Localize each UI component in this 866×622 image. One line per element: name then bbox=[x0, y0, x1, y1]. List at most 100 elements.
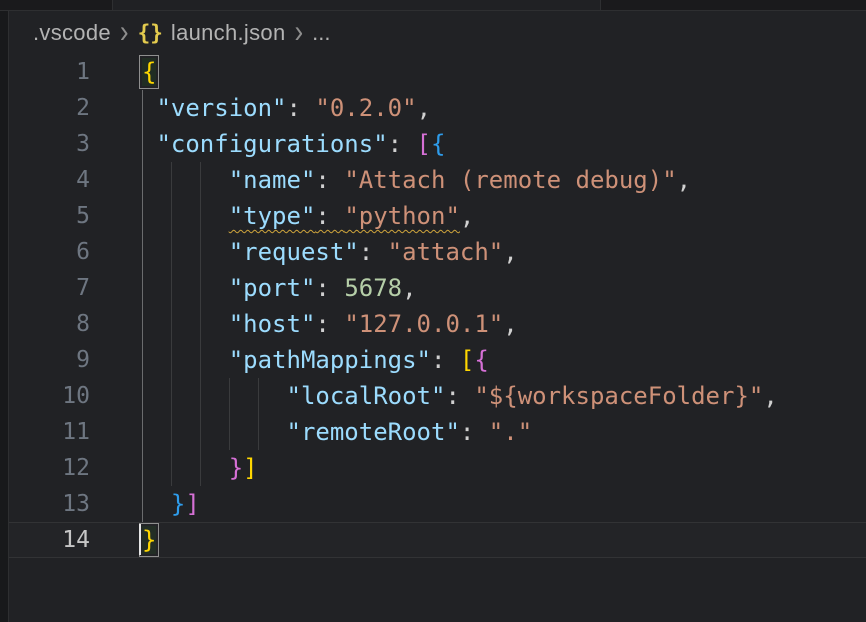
line-content: "host": "127.0.0.1", bbox=[142, 306, 866, 342]
line-number[interactable]: 13 bbox=[9, 486, 90, 522]
code-token: "host" bbox=[229, 310, 316, 338]
code-token: { bbox=[431, 130, 445, 158]
tab-divider bbox=[600, 0, 601, 10]
indent-guide bbox=[171, 270, 172, 306]
code-token: , bbox=[503, 310, 517, 338]
json-braces-icon: {} bbox=[138, 21, 163, 45]
indent-guide bbox=[258, 378, 259, 414]
code-token: "0.2.0" bbox=[315, 94, 416, 122]
line-number[interactable]: 6 bbox=[9, 234, 90, 270]
indent-guide bbox=[200, 234, 201, 270]
line-content: "remoteRoot": "." bbox=[142, 414, 866, 450]
code-token: "name" bbox=[229, 166, 316, 194]
line-content: "pathMappings": [{ bbox=[142, 342, 866, 378]
line-number[interactable]: 4 bbox=[9, 162, 90, 198]
code-token: : bbox=[287, 94, 316, 122]
line-content: "request": "attach", bbox=[142, 234, 866, 270]
code-line[interactable]: 5 "type": "python", bbox=[9, 198, 866, 234]
code-token: "configurations" bbox=[156, 130, 387, 158]
indent-guide bbox=[200, 162, 201, 198]
indent-guide bbox=[200, 450, 201, 486]
indent-guide bbox=[229, 414, 230, 450]
line-number[interactable]: 3 bbox=[9, 126, 90, 162]
active-indent-guide bbox=[142, 486, 143, 522]
indent-guide bbox=[171, 162, 172, 198]
code-line[interactable]: 9 "pathMappings": [{ bbox=[9, 342, 866, 378]
chevron-right-icon: › bbox=[295, 14, 304, 50]
line-content: "configurations": [{ bbox=[142, 126, 866, 162]
code-token: [ bbox=[417, 130, 431, 158]
active-indent-guide bbox=[142, 414, 143, 450]
code-token: : bbox=[359, 238, 388, 266]
code-token: "version" bbox=[156, 94, 286, 122]
code-token: , bbox=[460, 202, 474, 230]
indent-guide bbox=[200, 198, 201, 234]
line-content: "type": "python", bbox=[142, 198, 866, 234]
line-content: "port": 5678, bbox=[142, 270, 866, 306]
line-content: } bbox=[142, 522, 866, 558]
code-token: ] bbox=[185, 490, 199, 518]
code-line[interactable]: 11 "remoteRoot": "." bbox=[9, 414, 866, 450]
code-token: : bbox=[315, 202, 344, 230]
indent-guide bbox=[171, 306, 172, 342]
code-line[interactable]: 13 }] bbox=[9, 486, 866, 522]
code-line[interactable]: 1{ bbox=[9, 54, 866, 90]
line-number[interactable]: 9 bbox=[9, 342, 90, 378]
line-number[interactable]: 1 bbox=[9, 54, 90, 90]
code-line[interactable]: 3 "configurations": [{ bbox=[9, 126, 866, 162]
code-token: : bbox=[460, 418, 489, 446]
code-line[interactable]: 2 "version": "0.2.0", bbox=[9, 90, 866, 126]
code-token: } bbox=[229, 454, 243, 482]
code-token: : bbox=[315, 274, 344, 302]
matched-bracket: } bbox=[142, 526, 156, 554]
code-line[interactable]: 12 }] bbox=[9, 450, 866, 486]
line-number[interactable]: 11 bbox=[9, 414, 90, 450]
line-number[interactable]: 10 bbox=[9, 378, 90, 414]
breadcrumb-item-launch-json[interactable]: launch.json bbox=[171, 20, 286, 46]
indent-guide bbox=[171, 198, 172, 234]
active-indent-guide bbox=[142, 162, 143, 198]
code-token: , bbox=[417, 94, 431, 122]
code-line[interactable]: 8 "host": "127.0.0.1", bbox=[9, 306, 866, 342]
line-number[interactable]: 12 bbox=[9, 450, 90, 486]
active-indent-guide bbox=[142, 198, 143, 234]
code-line[interactable]: 10 "localRoot": "${workspaceFolder}", bbox=[9, 378, 866, 414]
active-tab-sliver[interactable] bbox=[113, 0, 600, 10]
tab-divider bbox=[112, 0, 113, 10]
line-number[interactable]: 2 bbox=[9, 90, 90, 126]
editor[interactable]: 1{2 "version": "0.2.0",3 "configurations… bbox=[9, 54, 866, 622]
code-token: "Attach (remote debug)" bbox=[344, 166, 676, 194]
active-indent-guide bbox=[142, 270, 143, 306]
indent-guide bbox=[200, 342, 201, 378]
line-content: "localRoot": "${workspaceFolder}", bbox=[142, 378, 866, 414]
active-indent-guide bbox=[142, 90, 143, 126]
matched-bracket: { bbox=[142, 58, 156, 86]
breadcrumb-item-more[interactable]: ... bbox=[312, 20, 330, 46]
line-number[interactable]: 7 bbox=[9, 270, 90, 306]
code-token: "localRoot" bbox=[287, 382, 446, 410]
code-line[interactable]: 14} bbox=[9, 522, 866, 558]
line-number[interactable]: 14 bbox=[9, 522, 90, 558]
code-token: "${workspaceFolder}" bbox=[474, 382, 763, 410]
code-line[interactable]: 6 "request": "attach", bbox=[9, 234, 866, 270]
code-token: } bbox=[171, 490, 185, 518]
breadcrumb-item--vscode[interactable]: .vscode bbox=[33, 20, 111, 46]
breadcrumb: .vscode › {} launch.json ›... bbox=[9, 11, 866, 54]
code-token: , bbox=[402, 274, 416, 302]
text-cursor bbox=[139, 524, 141, 555]
chevron-right-icon: › bbox=[120, 14, 129, 50]
tab-bar[interactable] bbox=[0, 0, 866, 11]
line-number[interactable]: 5 bbox=[9, 198, 90, 234]
line-content: }] bbox=[142, 450, 866, 486]
code-token: : bbox=[445, 382, 474, 410]
indent-guide bbox=[171, 450, 172, 486]
line-number[interactable]: 8 bbox=[9, 306, 90, 342]
code-token: "." bbox=[489, 418, 532, 446]
code-token: "attach" bbox=[388, 238, 504, 266]
indent-guide bbox=[200, 306, 201, 342]
code-token: : bbox=[315, 166, 344, 194]
active-indent-guide bbox=[142, 378, 143, 414]
code-token: : bbox=[431, 346, 460, 374]
code-line[interactable]: 7 "port": 5678, bbox=[9, 270, 866, 306]
code-line[interactable]: 4 "name": "Attach (remote debug)", bbox=[9, 162, 866, 198]
